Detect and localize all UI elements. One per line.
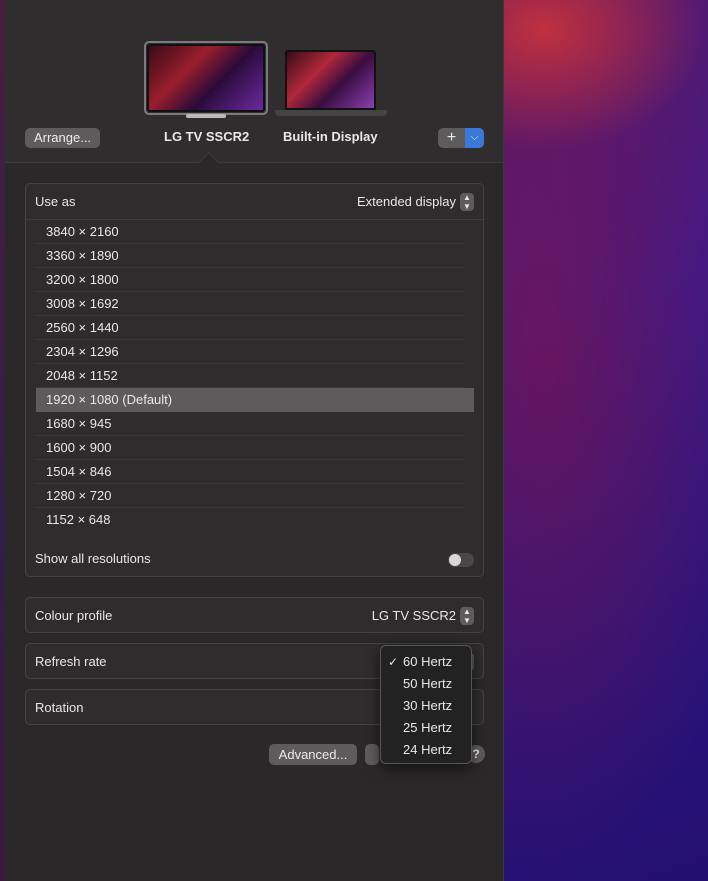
refresh-rate-option-label: 60 Hertz	[403, 654, 453, 669]
colour-profile-row: Colour profile LG TV SSCR2 ▲ ▼	[25, 597, 484, 633]
resolution-option[interactable]: 2560 × 1440	[36, 316, 464, 340]
resolution-option[interactable]: 3840 × 2160	[36, 220, 464, 244]
refresh-rate-option[interactable]: 50 Hertz	[381, 673, 471, 695]
refresh-rate-option[interactable]: 30 Hertz	[381, 695, 471, 717]
up-down-stepper-icon[interactable]: ▲ ▼	[460, 193, 474, 211]
displays-settings-panel: LG TV SSCR2 Built-in Display Arrange... …	[5, 0, 504, 881]
resolution-section: Use as Extended display ▲ ▼ 3840 × 2160 3…	[25, 183, 484, 577]
show-all-resolutions-label: Show all resolutions	[35, 551, 151, 566]
resolution-option[interactable]: 1680 × 945	[36, 412, 464, 436]
refresh-rate-option[interactable]: ✓ 60 Hertz	[381, 651, 471, 673]
rotation-label: Rotation	[35, 700, 84, 715]
resolution-option[interactable]: 2048 × 1152	[36, 364, 464, 388]
refresh-rate-option-label: 24 Hertz	[403, 742, 453, 757]
resolution-option-selected[interactable]: 1920 × 1080 (Default)	[36, 388, 474, 412]
laptop-base	[275, 110, 387, 116]
refresh-rate-label: Refresh rate	[35, 654, 107, 669]
refresh-rate-option[interactable]: 25 Hertz	[381, 717, 471, 739]
toggle-knob	[449, 554, 461, 566]
resolution-option[interactable]: 1280 × 720	[36, 484, 464, 508]
tv-stand	[186, 114, 226, 118]
refresh-rate-option[interactable]: 24 Hertz	[381, 739, 471, 761]
resolution-option[interactable]: 1504 × 846	[36, 460, 464, 484]
use-as-label: Use as	[35, 194, 76, 209]
refresh-rate-option-label: 30 Hertz	[403, 698, 453, 713]
show-all-resolutions-toggle[interactable]	[448, 553, 474, 567]
chevron-down-icon[interactable]: ⌵	[465, 128, 484, 148]
display-name-built-in[interactable]: Built-in Display	[283, 129, 378, 144]
lg-tv-thumbnail[interactable]	[147, 44, 265, 112]
desktop-wallpaper	[504, 0, 708, 881]
resolution-option[interactable]: 1152 × 648	[36, 508, 464, 532]
colour-profile-label: Colour profile	[35, 608, 113, 623]
night-shift-button[interactable]	[365, 744, 379, 765]
resolution-option[interactable]: 3200 × 1800	[36, 268, 464, 292]
resolution-option[interactable]: 2304 × 1296	[36, 340, 464, 364]
arrange-button[interactable]: Arrange...	[25, 128, 100, 148]
colour-profile-value[interactable]: LG TV SSCR2	[372, 608, 456, 623]
add-display-button[interactable]: +	[438, 128, 465, 148]
up-down-stepper-icon[interactable]: ▲ ▼	[460, 607, 474, 625]
resolution-option[interactable]: 3360 × 1890	[36, 244, 464, 268]
resolution-list: 3840 × 2160 3360 × 1890 3200 × 1800 3008…	[36, 220, 474, 532]
refresh-rate-menu: ✓ 60 Hertz 50 Hertz 30 Hertz 25 Hertz 24…	[380, 645, 472, 764]
resolution-option[interactable]: 3008 × 1692	[36, 292, 464, 316]
display-name-lg-tv[interactable]: LG TV SSCR2	[164, 129, 249, 144]
use-as-value[interactable]: Extended display	[357, 194, 456, 209]
resolution-option[interactable]: 1600 × 900	[36, 436, 464, 460]
advanced-button[interactable]: Advanced...	[269, 744, 357, 765]
checkmark-icon: ✓	[388, 655, 399, 669]
display-arrangement-header: LG TV SSCR2 Built-in Display Arrange... …	[5, 0, 503, 163]
refresh-rate-option-label: 25 Hertz	[403, 720, 453, 735]
refresh-rate-option-label: 50 Hertz	[403, 676, 453, 691]
built-in-display-thumbnail[interactable]	[285, 50, 376, 110]
